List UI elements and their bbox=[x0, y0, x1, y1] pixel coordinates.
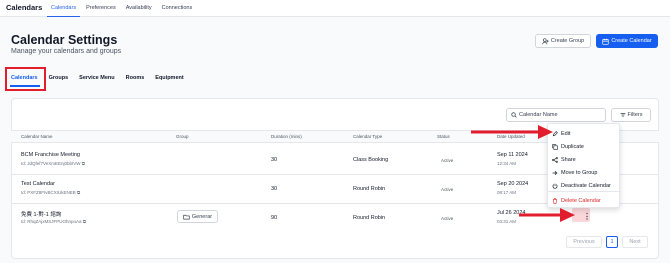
annotation-arrow-to-kebab bbox=[519, 208, 575, 222]
annotation-arrow-to-edit bbox=[471, 125, 553, 139]
annotation-arrows bbox=[471, 125, 575, 222]
